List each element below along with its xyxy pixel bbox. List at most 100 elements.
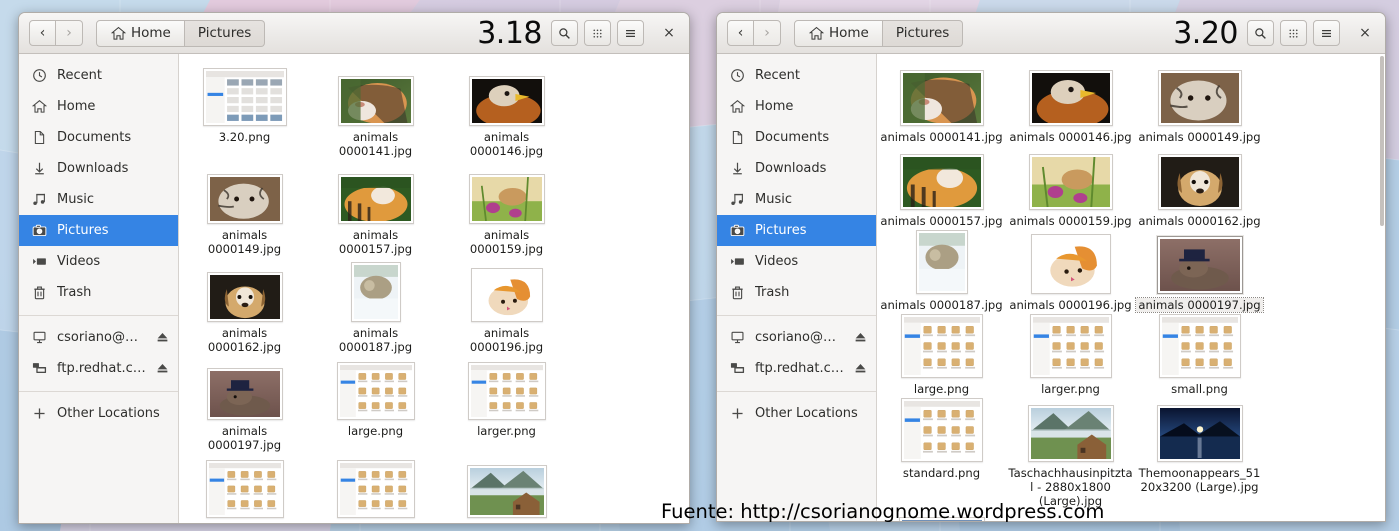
vertical-scrollbar[interactable] bbox=[1380, 54, 1385, 521]
file-item[interactable]: Taschachhausinpitztal - 2880x1800 (Large… bbox=[441, 454, 572, 523]
sidebar-item-label: Recent bbox=[755, 68, 867, 83]
file-manager-window-3-18[interactable]: ‹ › Home Pictures 3.18 bbox=[18, 12, 690, 524]
grid-view-icon[interactable] bbox=[584, 20, 611, 46]
file-item[interactable]: animals 0000187.jpg bbox=[877, 230, 1006, 314]
file-item[interactable]: animals 0000162.jpg bbox=[179, 258, 310, 356]
file-item[interactable]: animals 0000157.jpg bbox=[310, 160, 441, 258]
file-item[interactable]: animals 0000197.jpg bbox=[179, 356, 310, 454]
clock-icon bbox=[729, 68, 745, 84]
breadcrumb-home[interactable]: Home bbox=[794, 20, 883, 47]
sidebar-item-pictures[interactable]: Pictures bbox=[717, 215, 876, 246]
forward-button[interactable]: › bbox=[56, 20, 83, 46]
sidebar-item-home[interactable]: Home bbox=[19, 91, 178, 122]
back-button[interactable]: ‹ bbox=[29, 20, 56, 46]
file-thumbnail bbox=[207, 272, 283, 322]
breadcrumb-home[interactable]: Home bbox=[96, 20, 185, 47]
sidebar-item-recent[interactable]: Recent bbox=[717, 60, 876, 91]
eject-icon[interactable] bbox=[156, 331, 169, 344]
sidebar-item-home[interactable]: Home bbox=[717, 91, 876, 122]
file-item[interactable]: animals 0000157.jpg bbox=[877, 146, 1006, 230]
plus-icon bbox=[31, 406, 47, 422]
file-item[interactable]: Themoonappears_5120x3200 (Large).jpg bbox=[1135, 398, 1264, 510]
file-item[interactable]: large.png bbox=[310, 356, 441, 454]
file-item[interactable]: animals 0000197.jpg bbox=[1135, 230, 1264, 314]
file-thumbnail-wrap bbox=[1157, 236, 1243, 294]
file-manager-window-3-20[interactable]: ‹ › Home Pictures 3.20 bbox=[716, 12, 1386, 522]
back-button[interactable]: ‹ bbox=[727, 20, 754, 46]
file-thumbnail bbox=[900, 154, 984, 210]
hamburger-menu-icon[interactable] bbox=[1313, 20, 1340, 46]
search-icon[interactable] bbox=[551, 20, 578, 46]
sidebar-item-other-locations[interactable]: Other Locations bbox=[19, 398, 178, 429]
sidebar-item-trash[interactable]: Trash bbox=[717, 277, 876, 308]
breadcrumb-pictures[interactable]: Pictures bbox=[185, 20, 265, 47]
file-item[interactable]: animals 0000159.jpg bbox=[1006, 146, 1135, 230]
file-item[interactable]: Taschachhausinpitztal - 2880x1800 (Large… bbox=[1006, 398, 1135, 510]
file-item[interactable]: large.png bbox=[877, 314, 1006, 398]
sidebar-item-documents[interactable]: Documents bbox=[19, 122, 178, 153]
file-item[interactable]: standard.png bbox=[310, 454, 441, 523]
sidebar-mount-ftp-redhat-com[interactable]: ftp.redhat.com bbox=[19, 353, 178, 384]
sidebar-item-recent[interactable]: Recent bbox=[19, 60, 178, 91]
file-list-area[interactable]: 3.20.png animals 0000141.jpg bbox=[179, 54, 689, 523]
sidebar-mount-csoriano-my-[interactable]: csoriano@my… bbox=[19, 322, 178, 353]
breadcrumb-pictures-label: Pictures bbox=[198, 25, 251, 41]
sidebar-item-other-locations[interactable]: Other Locations bbox=[717, 398, 876, 429]
sidebar-item-pictures[interactable]: Pictures bbox=[19, 215, 178, 246]
grid-view-icon[interactable] bbox=[1280, 20, 1307, 46]
home-icon bbox=[808, 25, 824, 41]
sidebar-item-label: Home bbox=[755, 99, 867, 114]
file-name-label: 3.20.png bbox=[191, 130, 299, 144]
sidebar-mount-label: ftp.redhat.com bbox=[755, 361, 844, 376]
sidebar-item-documents[interactable]: Documents bbox=[717, 122, 876, 153]
file-thumbnail-wrap bbox=[468, 362, 546, 420]
sidebar-item-music[interactable]: Music bbox=[717, 184, 876, 215]
sidebar-item-trash[interactable]: Trash bbox=[19, 277, 178, 308]
file-thumbnail-wrap bbox=[338, 68, 414, 126]
file-item[interactable]: animals 0000196.jpg bbox=[1006, 230, 1135, 314]
close-button[interactable]: × bbox=[656, 20, 682, 46]
file-thumbnail bbox=[469, 76, 545, 126]
sidebar-item-music[interactable]: Music bbox=[19, 184, 178, 215]
file-item[interactable]: animals 0000146.jpg bbox=[1006, 62, 1135, 146]
file-item[interactable]: animals 0000162.jpg bbox=[1135, 146, 1264, 230]
file-item[interactable]: animals 0000159.jpg bbox=[441, 160, 572, 258]
sidebar-mount-ftp-redhat-com[interactable]: ftp.redhat.com bbox=[717, 353, 876, 384]
breadcrumb-pictures[interactable]: Pictures bbox=[883, 20, 963, 47]
file-item[interactable]: animals 0000149.jpg bbox=[1135, 62, 1264, 146]
sidebar-item-downloads[interactable]: Downloads bbox=[717, 153, 876, 184]
file-item[interactable]: animals 0000146.jpg bbox=[441, 62, 572, 160]
file-item[interactable]: small.png bbox=[179, 454, 310, 523]
hamburger-menu-icon[interactable] bbox=[617, 20, 644, 46]
eject-icon[interactable] bbox=[854, 362, 867, 375]
file-item[interactable]: animals 0000141.jpg bbox=[877, 62, 1006, 146]
forward-button[interactable]: › bbox=[754, 20, 781, 46]
file-thumbnail bbox=[338, 76, 414, 126]
file-item[interactable]: animals 0000187.jpg bbox=[310, 258, 441, 356]
file-name-label: animals 0000162.jpg bbox=[1136, 214, 1263, 228]
file-item[interactable]: animals 0000141.jpg bbox=[310, 62, 441, 160]
eject-icon[interactable] bbox=[156, 362, 169, 375]
sidebar-item-label: Music bbox=[755, 192, 867, 207]
home-icon bbox=[31, 99, 47, 115]
version-overlay-label: 3.20 bbox=[1173, 16, 1238, 51]
file-item[interactable]: larger.png bbox=[1006, 314, 1135, 398]
file-item[interactable]: animals 0000149.jpg bbox=[179, 160, 310, 258]
file-item[interactable]: animals 0000196.jpg bbox=[441, 258, 572, 356]
sidebar-item-videos[interactable]: Videos bbox=[717, 246, 876, 277]
home-icon bbox=[110, 25, 126, 41]
file-name-label: animals 0000141.jpg bbox=[878, 130, 1005, 144]
file-item[interactable]: standard.png bbox=[877, 398, 1006, 510]
file-list-area[interactable]: animals 0000141.jpg animals 0000146.jpg bbox=[877, 54, 1385, 521]
close-button[interactable]: × bbox=[1352, 20, 1378, 46]
file-item[interactable]: larger.png bbox=[441, 356, 572, 454]
sidebar-item-downloads[interactable]: Downloads bbox=[19, 153, 178, 184]
file-name-label: animals 0000162.jpg bbox=[191, 326, 299, 354]
file-item[interactable]: small.png bbox=[1135, 314, 1264, 398]
sidebar-mount-csoriano-my-[interactable]: csoriano@my… bbox=[717, 322, 876, 353]
search-icon[interactable] bbox=[1247, 20, 1274, 46]
file-item[interactable]: 3.20.png bbox=[179, 62, 310, 160]
breadcrumb-home-label: Home bbox=[829, 25, 869, 41]
sidebar-item-videos[interactable]: Videos bbox=[19, 246, 178, 277]
eject-icon[interactable] bbox=[854, 331, 867, 344]
